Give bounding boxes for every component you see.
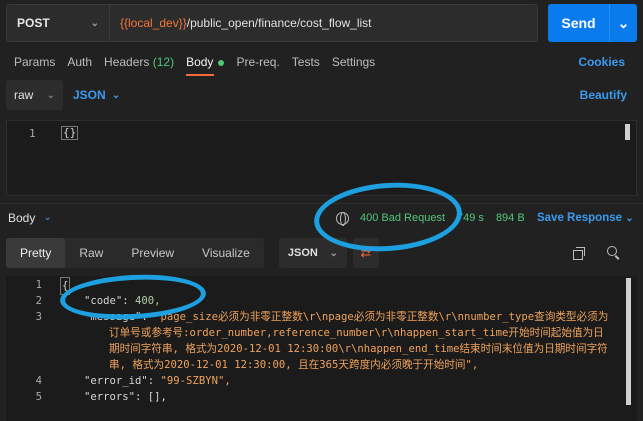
status-badge[interactable]: 400 Bad Request bbox=[360, 212, 445, 224]
tab-prereq[interactable]: Pre-req. bbox=[236, 48, 279, 76]
chevron-down-icon: ⌄ bbox=[111, 89, 121, 101]
view-mode-tabs: Pretty Raw Preview Visualize bbox=[6, 238, 264, 268]
search-icon[interactable] bbox=[607, 246, 619, 258]
chevron-down-icon: ⌄ bbox=[625, 213, 634, 224]
beautify-link[interactable]: Beautify bbox=[580, 88, 627, 102]
json-key: "error_id" bbox=[84, 375, 148, 387]
chevron-down-icon: ⌄ bbox=[43, 212, 52, 223]
body-mode-select[interactable]: raw ⌄ bbox=[6, 80, 63, 110]
code-line-wrap: 订单号或参考号:order_number,reference_number\r\… bbox=[6, 325, 621, 341]
line-number: 4 bbox=[35, 375, 42, 387]
save-response-button[interactable]: Save Response ⌄ bbox=[537, 204, 634, 232]
request-body-editor[interactable]: 1 {} bbox=[6, 120, 637, 196]
code-line: 1 { bbox=[6, 277, 621, 295]
response-header-bar: Body ⌄ 400 Bad Request 749 s 894 B Save … bbox=[0, 203, 643, 231]
tab-pretty[interactable]: Pretty bbox=[6, 238, 66, 268]
body-format-label: JSON bbox=[73, 88, 106, 102]
code-line-wrap: 串, 格式为2020-12-01 12:30:00, 且在365天跨度内必须晚于… bbox=[6, 357, 621, 373]
body-indicator-dot bbox=[218, 59, 225, 66]
json-value: "99-SZBYN", bbox=[160, 375, 231, 387]
json-value-continued: 期时间字符串, 格式为2020-12-01 12:30:00\r\nhappen… bbox=[109, 343, 608, 355]
code-line: 2 "code": 400, bbox=[6, 293, 621, 309]
tab-headers-label: Headers bbox=[104, 55, 150, 69]
method-select[interactable]: POST ⌄ bbox=[6, 4, 110, 42]
json-value-continued: 订单号或参考号:order_number,reference_number\r\… bbox=[109, 327, 604, 339]
tab-auth[interactable]: Auth bbox=[67, 48, 92, 76]
tab-raw[interactable]: Raw bbox=[65, 238, 117, 268]
url-path: /public_open/finance/cost_flow_list bbox=[186, 16, 372, 30]
response-format-label: JSON bbox=[287, 247, 318, 259]
url-variable: {{local_dev}} bbox=[120, 16, 187, 30]
code-line: 3 "message": "page_size必须为非零正整数\r\npage必… bbox=[6, 309, 621, 325]
editor-scrollbar[interactable] bbox=[625, 124, 630, 140]
line-number: 1 bbox=[35, 279, 42, 291]
editor-content: {} bbox=[61, 126, 79, 140]
json-key: "code" bbox=[84, 295, 123, 307]
response-time[interactable]: 749 s bbox=[457, 212, 484, 224]
tab-headers[interactable]: Headers (12) bbox=[104, 48, 174, 76]
json-key: "message" bbox=[84, 311, 142, 323]
send-button[interactable]: Send ⌄ bbox=[548, 4, 637, 42]
chevron-down-icon: ⌄ bbox=[329, 247, 338, 259]
save-response-label: Save Response bbox=[537, 212, 623, 224]
send-options-chevron-icon[interactable]: ⌄ bbox=[609, 4, 637, 42]
tab-params[interactable]: Params bbox=[14, 48, 55, 76]
body-options: raw ⌄ JSON ⌄ Beautify bbox=[6, 80, 637, 110]
tab-settings[interactable]: Settings bbox=[332, 48, 375, 76]
code-content: "message": "page_size必须为非零正整数\r\npage必须为… bbox=[84, 311, 609, 323]
body-format-select[interactable]: JSON ⌄ bbox=[73, 88, 120, 102]
tab-body-label: Body bbox=[186, 55, 214, 69]
line-number: 5 bbox=[35, 391, 42, 403]
json-value: 400, bbox=[135, 295, 161, 307]
response-scrollbar[interactable] bbox=[626, 278, 631, 405]
tab-visualize[interactable]: Visualize bbox=[188, 238, 264, 268]
response-stats: 400 Bad Request 749 s 894 B bbox=[336, 204, 525, 232]
json-key: "errors" bbox=[84, 391, 136, 403]
cookies-link[interactable]: Cookies bbox=[578, 48, 625, 76]
globe-icon[interactable] bbox=[336, 211, 349, 226]
headers-count-badge: (12) bbox=[152, 55, 175, 69]
line-number: 2 bbox=[35, 295, 42, 307]
url-input[interactable]: {{local_dev}}/public_open/finance/cost_f… bbox=[110, 4, 538, 42]
response-body-toggle[interactable]: Body ⌄ bbox=[8, 211, 52, 225]
response-body-viewer[interactable]: 1 { 2 "code": 400, 3 "message": "page_si… bbox=[6, 276, 637, 421]
response-title: Body bbox=[8, 210, 36, 225]
line-number: 3 bbox=[35, 311, 42, 323]
json-value-continued: 串, 格式为2020-12-01 12:30:00, 且在365天跨度内必须晚于… bbox=[109, 359, 479, 371]
line-number: 1 bbox=[29, 127, 36, 140]
response-view-toolbar: Pretty Raw Preview Visualize JSON ⌄ ⇄ bbox=[6, 238, 637, 268]
tab-preview[interactable]: Preview bbox=[117, 238, 188, 268]
response-format-select[interactable]: JSON ⌄ bbox=[278, 238, 347, 268]
request-tabs: Params Auth Headers (12) Body Pre-req. T… bbox=[0, 48, 643, 76]
json-value: "page_size必须为非零正整数\r\npage必须为非零正整数\r\nnu… bbox=[154, 311, 609, 323]
method-label: POST bbox=[17, 16, 50, 30]
send-label: Send bbox=[561, 15, 596, 31]
tab-body[interactable]: Body bbox=[186, 48, 225, 76]
tab-tests[interactable]: Tests bbox=[292, 48, 320, 76]
chevron-down-icon: ⌄ bbox=[90, 17, 99, 29]
code-line: 4 "error_id": "99-SZBYN", bbox=[6, 373, 621, 389]
wrap-lines-icon[interactable]: ⇄ bbox=[352, 238, 379, 268]
json-value: [], bbox=[147, 391, 167, 403]
chevron-down-icon: ⌄ bbox=[46, 89, 55, 101]
code-content: "error_id": "99-SZBYN", bbox=[84, 375, 231, 387]
code-content: "errors": [], bbox=[84, 391, 167, 403]
code-line-wrap: 期时间字符串, 格式为2020-12-01 12:30:00\r\nhappen… bbox=[6, 341, 621, 357]
code-content: "code": 400, bbox=[84, 295, 161, 307]
response-size[interactable]: 894 B bbox=[496, 212, 525, 224]
copy-icon[interactable] bbox=[573, 247, 585, 260]
code-line: 5 "errors": [], bbox=[6, 389, 621, 405]
request-url-bar: POST ⌄ {{local_dev}}/public_open/finance… bbox=[6, 4, 637, 42]
body-mode-label: raw bbox=[14, 88, 34, 102]
